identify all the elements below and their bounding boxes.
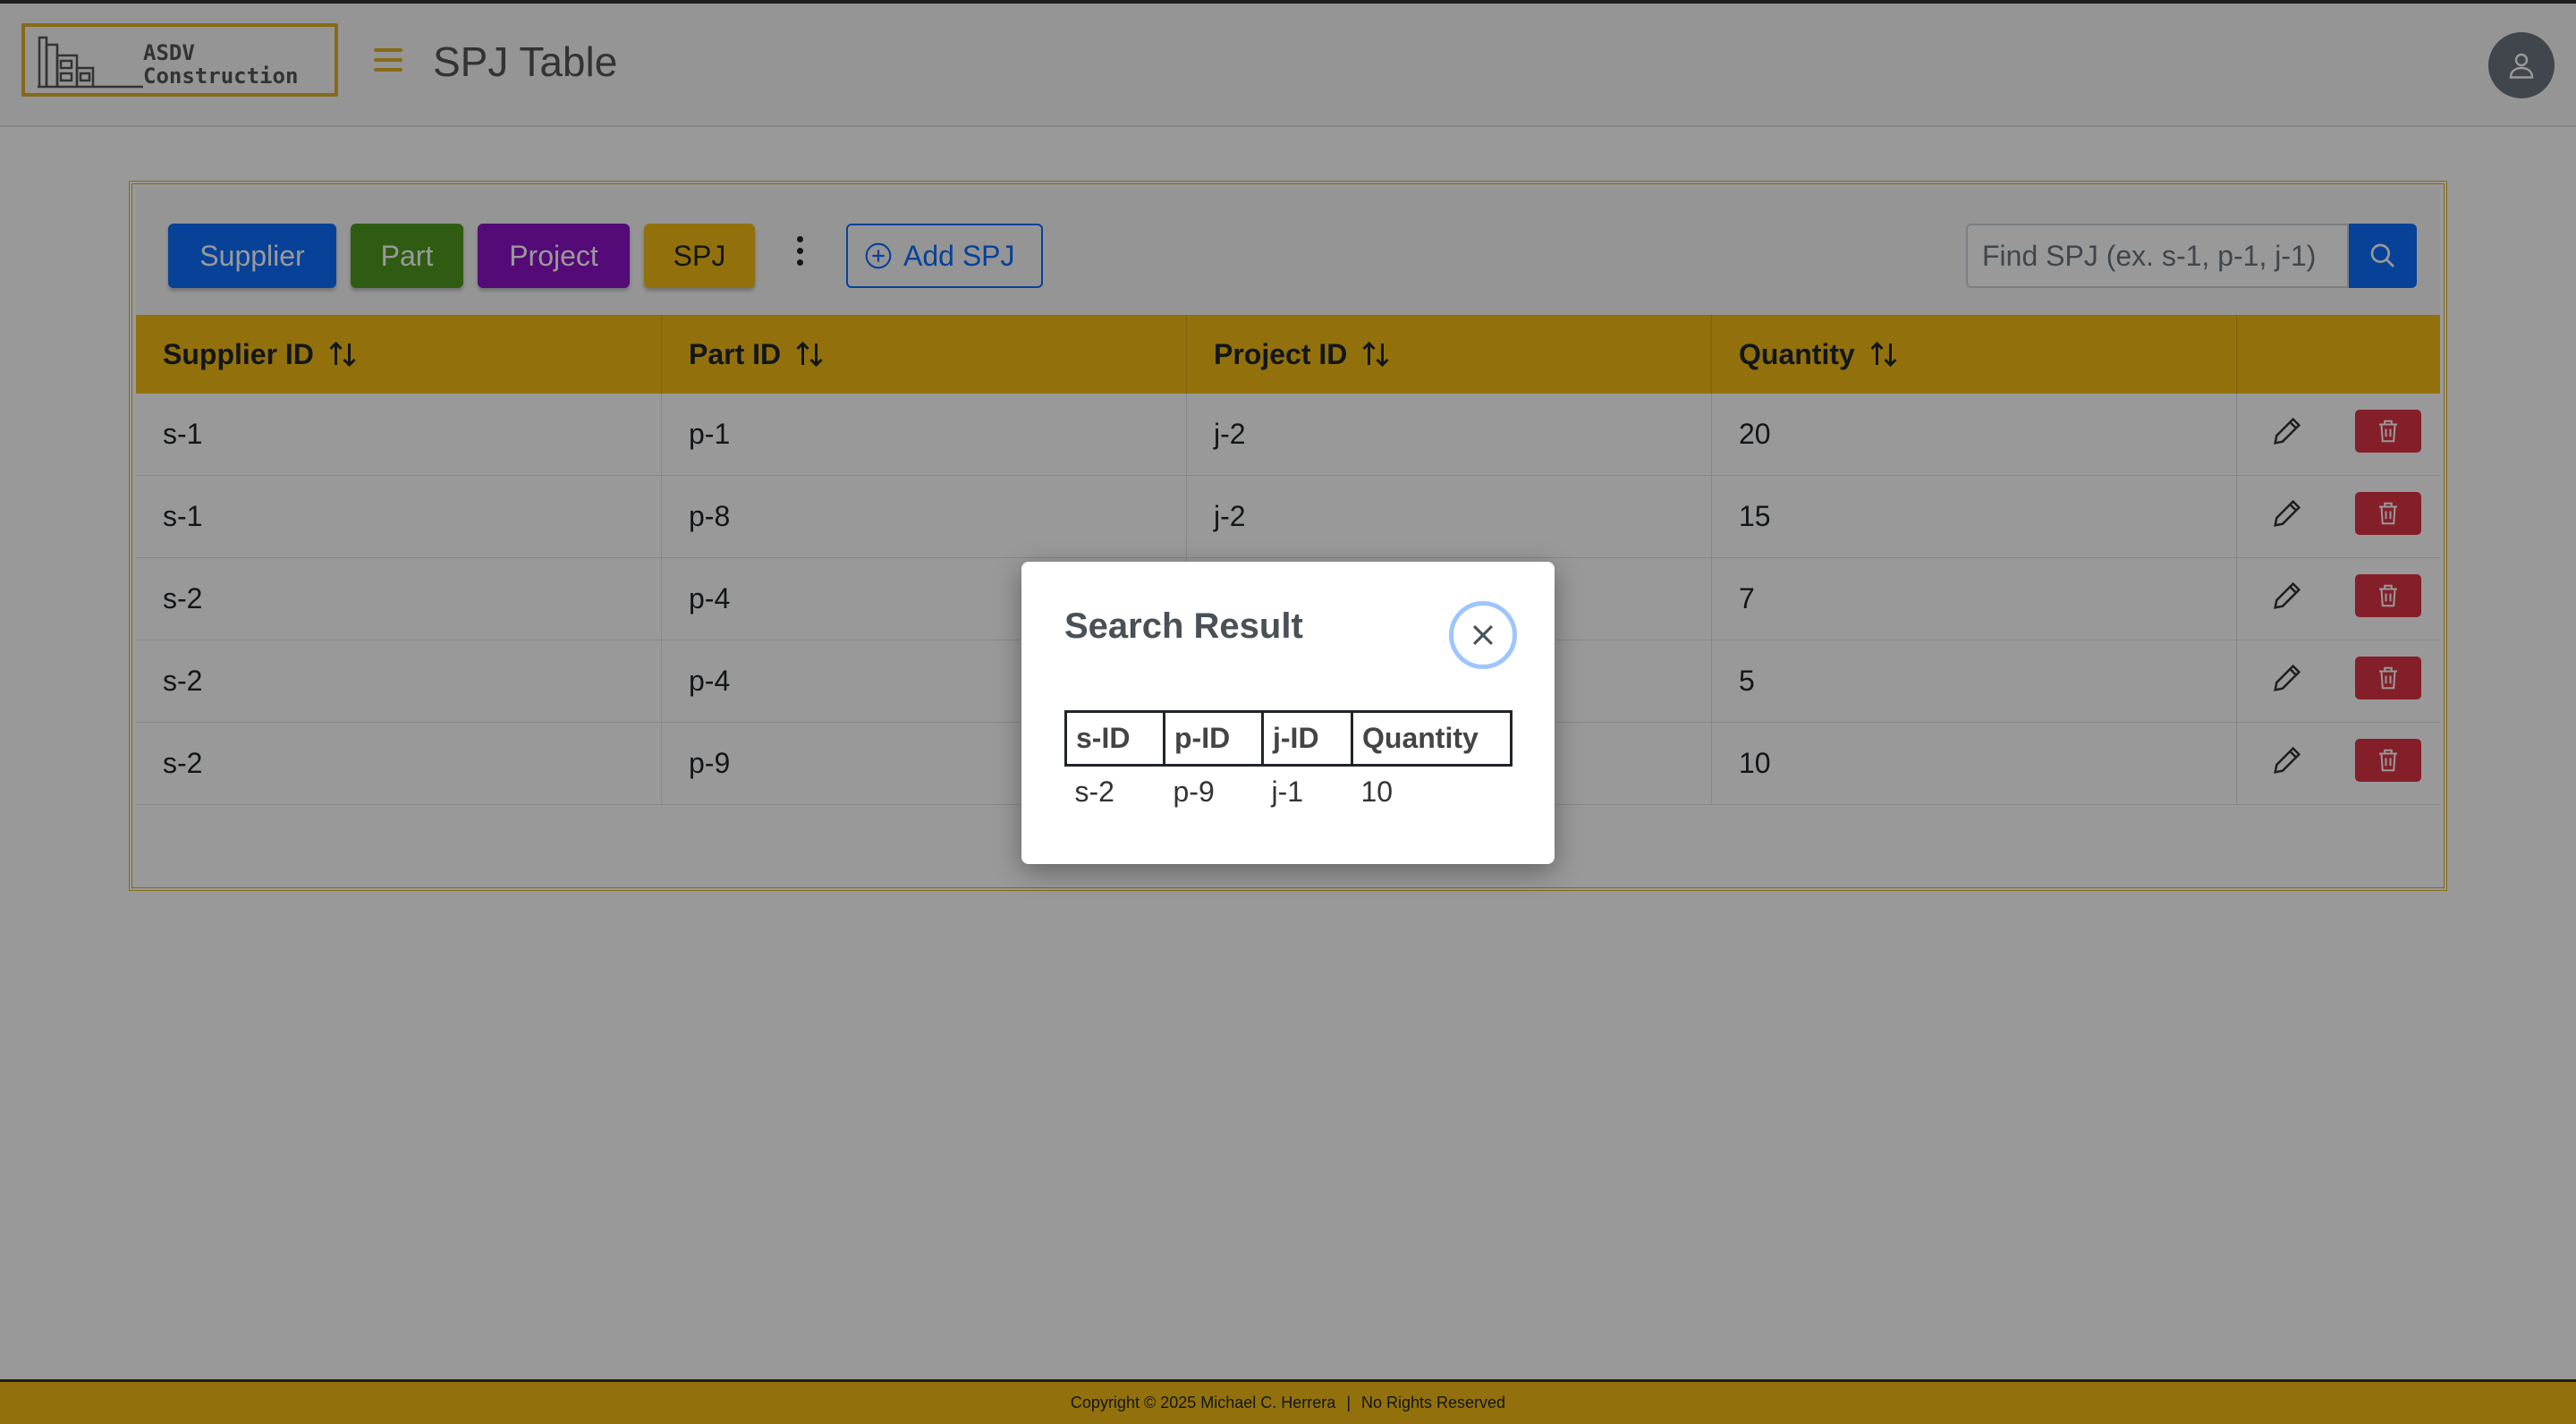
result-column-header: p-ID <box>1163 710 1264 767</box>
modal-title: Search Result <box>1064 606 1303 646</box>
result-cell: j-1 <box>1271 776 1304 808</box>
close-icon <box>1472 624 1494 646</box>
close-button[interactable] <box>1449 601 1517 669</box>
result-column-header: s-ID <box>1064 710 1165 767</box>
result-header-row: s-ID p-ID j-ID Quantity <box>1064 710 1513 767</box>
result-column-header: Quantity <box>1351 710 1513 767</box>
result-column-header: j-ID <box>1261 710 1353 767</box>
result-row: s-2 p-9 j-1 10 <box>1066 766 1512 818</box>
search-result-table: s-ID p-ID j-ID Quantity s-2 p-9 j-1 10 <box>1064 710 1513 818</box>
result-cell: s-2 <box>1074 776 1114 808</box>
result-cell: p-9 <box>1173 776 1215 808</box>
search-result-modal: Search Result s-ID p-ID j-ID Quantity s-… <box>1021 562 1555 864</box>
result-cell: 10 <box>1360 776 1394 808</box>
